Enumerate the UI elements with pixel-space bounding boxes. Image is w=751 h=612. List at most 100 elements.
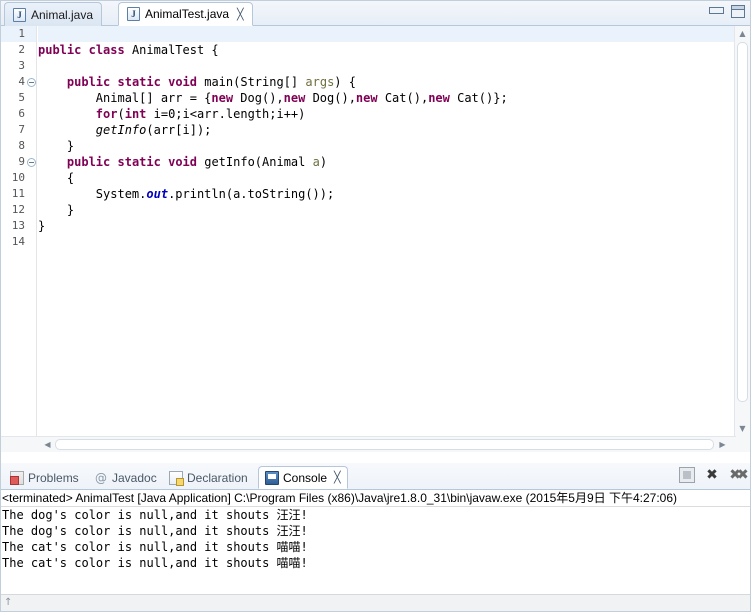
code-token: void <box>168 75 197 89</box>
code-line[interactable]: public static void getInfo(Animal a) <box>38 154 734 170</box>
line-number-row[interactable]: 9 <box>1 154 36 170</box>
close-icon[interactable]: ╳ <box>237 8 244 21</box>
code-token: a <box>312 155 320 169</box>
console-output[interactable]: <terminated> AnimalTest [Java Applicatio… <box>0 489 751 593</box>
horizontal-scroll-thumb[interactable] <box>55 439 714 450</box>
code-line[interactable] <box>38 234 734 250</box>
code-token: i=0;i<arr. <box>146 107 226 121</box>
tab-declaration[interactable]: Declaration <box>163 466 254 489</box>
code-token: } <box>38 139 75 153</box>
line-number-row[interactable]: 3 <box>1 58 36 74</box>
line-number: 14 <box>11 235 25 248</box>
terminate-button[interactable] <box>679 467 695 483</box>
line-number: 4 <box>18 75 25 88</box>
line-number-row[interactable]: 6 <box>1 106 36 122</box>
code-token: int <box>124 107 147 121</box>
line-number: 9 <box>18 155 25 168</box>
line-number-row[interactable]: 1 <box>1 26 36 42</box>
line-number-row[interactable]: 12 <box>1 202 36 218</box>
editor-tab-animaltest-java[interactable]: J AnimalTest.java ╳ <box>118 2 253 26</box>
tab-label: Javadoc <box>112 470 157 485</box>
code-line[interactable]: public static void main(String[] args) { <box>38 74 734 90</box>
scroll-up-icon[interactable]: ▲ <box>735 26 750 41</box>
code-token: ( <box>117 107 125 121</box>
maximize-icon[interactable] <box>731 5 745 18</box>
line-number-row[interactable]: 8 <box>1 138 36 154</box>
code-line[interactable]: { <box>38 170 734 186</box>
editor-tab-animal-java[interactable]: J Animal.java <box>4 2 103 26</box>
code-token: { <box>38 171 75 185</box>
scroll-right-icon[interactable]: ▶ <box>715 437 730 452</box>
console-output-line: The dog's color is null,and it shouts 汪汪… <box>2 508 308 522</box>
code-line[interactable]: } <box>38 138 734 154</box>
code-line[interactable]: } <box>38 202 734 218</box>
editor-vertical-scrollbar[interactable]: ▲ ▼ <box>734 26 750 452</box>
editor-tab-label: AnimalTest.java <box>145 7 230 21</box>
line-number-row[interactable]: 4 <box>1 74 36 90</box>
line-number: 1 <box>18 27 25 40</box>
code-line[interactable]: System.out.println(a.toString()); <box>38 186 734 202</box>
fold-collapse-icon[interactable] <box>27 78 36 87</box>
remove-launch-button[interactable]: ✖ <box>704 467 720 483</box>
console-toolbar: ✖ ✖✖ <box>679 467 749 483</box>
vertical-scroll-thumb[interactable] <box>737 42 748 402</box>
tab-javadoc[interactable]: @ Javadoc <box>88 466 163 489</box>
code-token: String[] <box>240 75 306 89</box>
code-token: ) <box>319 155 328 169</box>
code-token: class <box>88 43 125 57</box>
code-line[interactable]: Animal[] arr = {new Dog(),new Dog(),new … <box>38 90 734 106</box>
code-token: static <box>117 155 161 169</box>
code-token: ) { <box>334 75 356 89</box>
console-output-line: The dog's color is null,and it shouts 汪汪… <box>2 524 308 538</box>
editor-horizontal-scrollbar[interactable]: ◀ ▶ <box>1 436 736 452</box>
line-number-row[interactable]: 13 <box>1 218 36 234</box>
line-number-row[interactable]: 10 <box>1 170 36 186</box>
line-number-row[interactable]: 5 <box>1 90 36 106</box>
code-line[interactable]: getInfo(arr[i]); <box>38 122 734 138</box>
code-token: length <box>225 107 270 121</box>
scroll-down-icon[interactable]: ▼ <box>735 421 750 436</box>
current-line-highlight <box>38 26 734 42</box>
scroll-left-icon[interactable]: ◀ <box>40 437 55 452</box>
tab-label: Console <box>283 470 328 485</box>
window-controls <box>709 5 745 18</box>
line-number-gutter[interactable]: 1 2 3 4 5 6 7 8 9 10 11 12 13 14 <box>1 26 37 452</box>
line-number-row[interactable]: 7 <box>1 122 36 138</box>
line-number: 3 <box>18 59 25 72</box>
code-line[interactable] <box>38 58 734 74</box>
code-line[interactable] <box>38 26 734 42</box>
code-token: void <box>168 155 197 169</box>
code-token: Dog(), <box>233 91 284 105</box>
remove-all-terminated-button[interactable]: ✖✖ <box>729 467 748 483</box>
eclipse-window: J Animal.java J AnimalTest.java ╳ 123456… <box>0 0 751 612</box>
code-line[interactable]: for(int i=0;i<arr.length;i++) <box>38 106 734 122</box>
fold-collapse-icon[interactable] <box>27 158 36 167</box>
close-icon[interactable]: ╳ <box>334 471 341 484</box>
code-editor[interactable]: 1 2 3 4 5 6 7 8 9 10 11 12 13 14 public class AnimalT… <box>0 26 751 452</box>
line-number-row[interactable]: 2 <box>1 42 36 58</box>
tab-console[interactable]: Console ╳ <box>258 466 348 489</box>
code-text-area[interactable]: public class AnimalTest { public static … <box>38 26 734 452</box>
line-number: 13 <box>11 219 25 232</box>
code-token: new <box>211 91 234 105</box>
code-token: } <box>38 219 46 233</box>
code-token: System. <box>38 187 147 201</box>
code-token: ;i++) <box>269 107 306 121</box>
code-line[interactable]: } <box>38 218 734 234</box>
code-token: getInfo <box>95 123 147 137</box>
tab-problems[interactable]: Problems <box>4 466 85 489</box>
minimize-icon[interactable] <box>709 5 724 15</box>
code-token: Cat(), <box>377 91 429 105</box>
declaration-icon <box>169 470 184 486</box>
line-number-row[interactable]: 11 <box>1 186 36 202</box>
line-number-row[interactable]: 14 <box>1 234 36 250</box>
console-output-line: The cat's color is null,and it shouts 喵喵… <box>2 540 308 554</box>
code-line[interactable]: public class AnimalTest { <box>38 42 734 58</box>
line-number: 2 <box>18 43 25 56</box>
code-token: new <box>355 91 378 105</box>
view-tab-bar: Problems @ Javadoc Declaration Console ╳… <box>0 463 751 489</box>
